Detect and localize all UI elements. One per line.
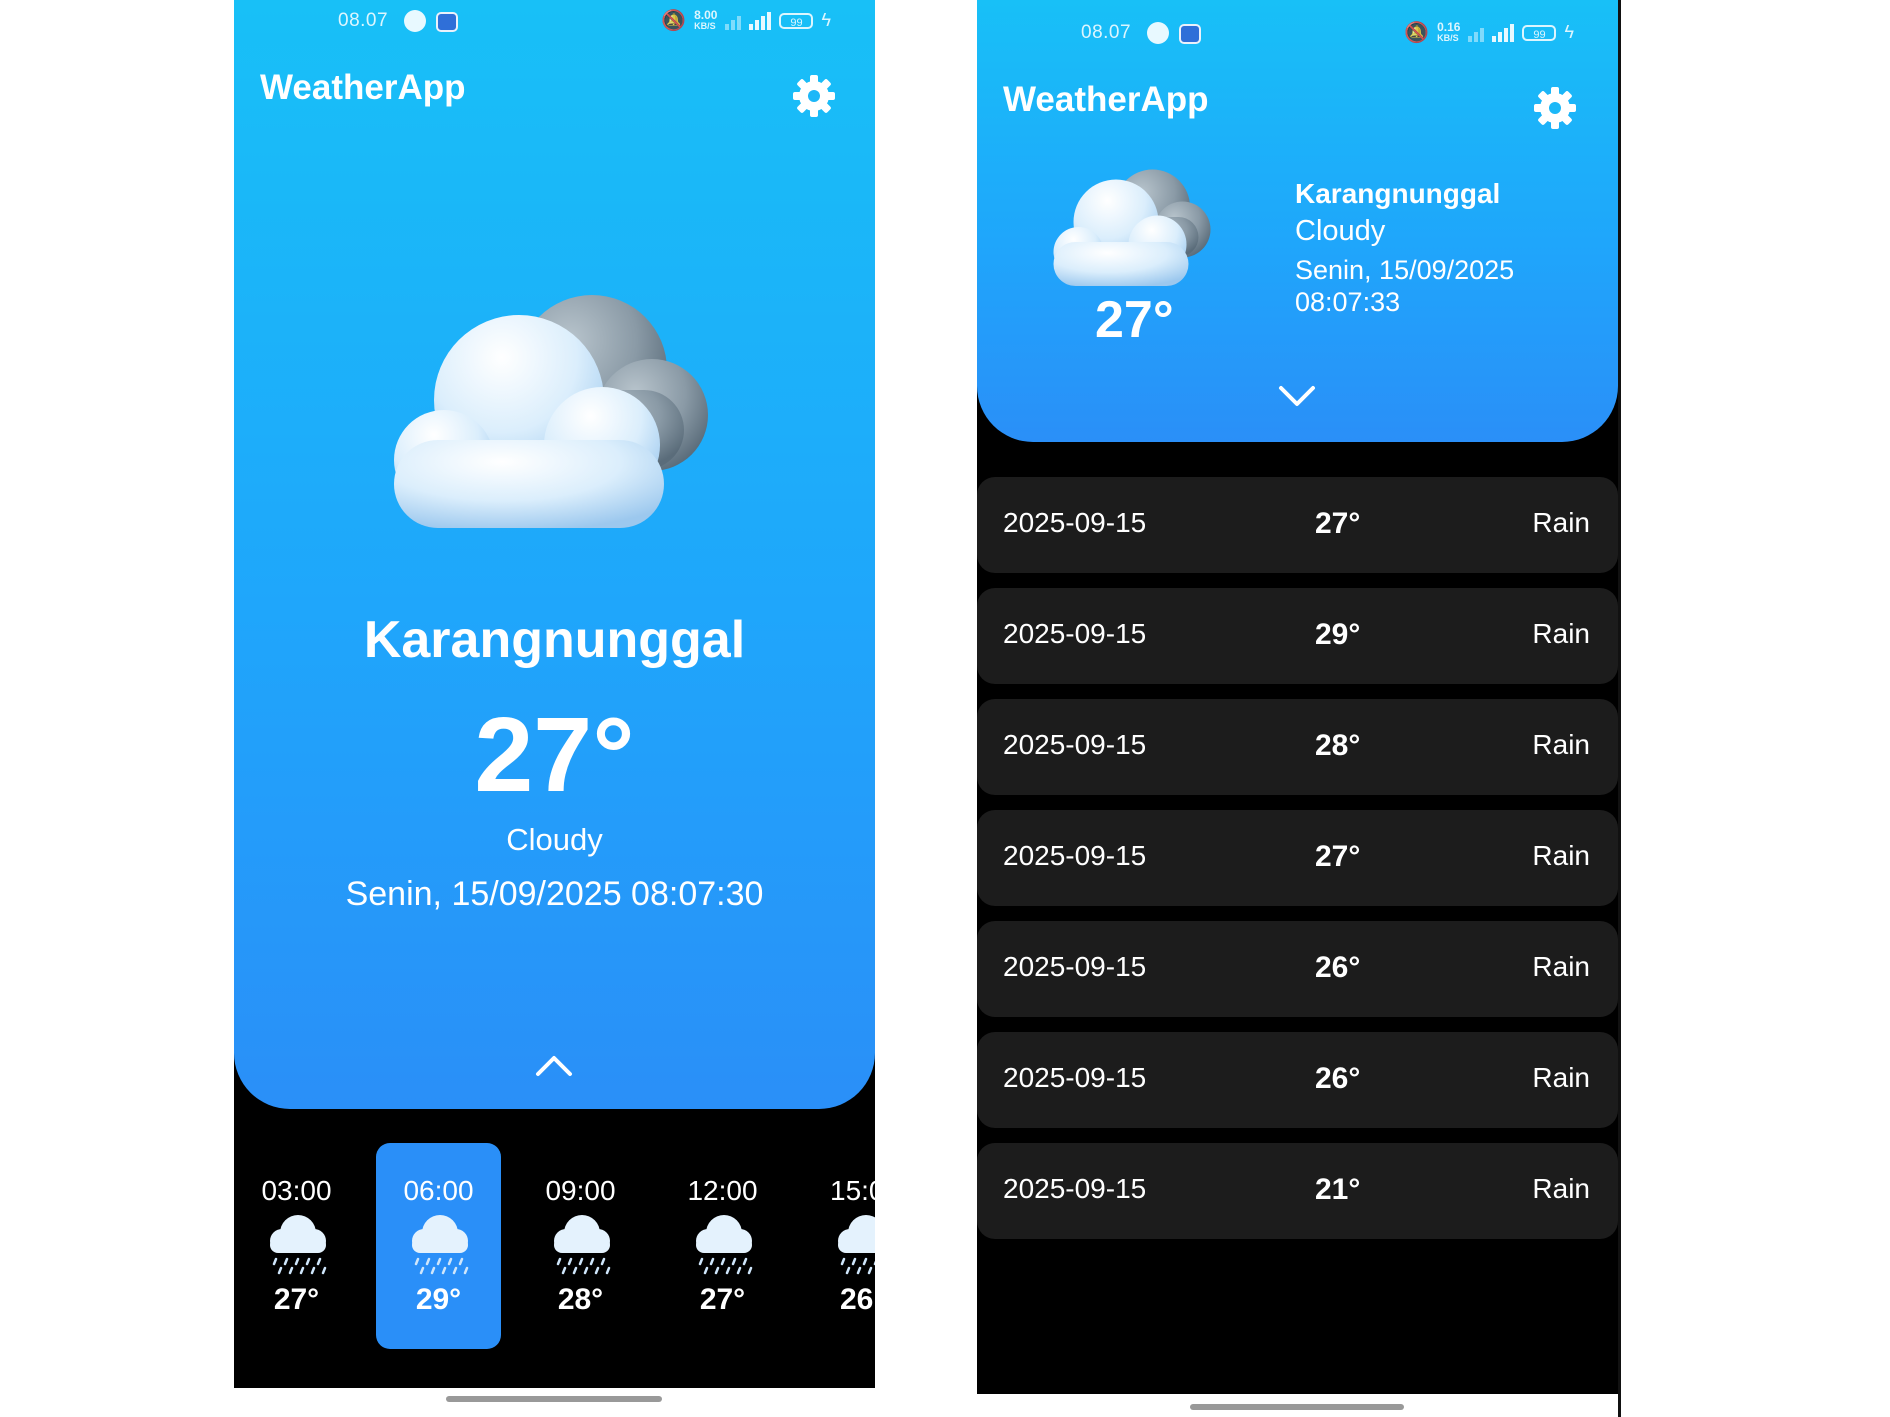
battery-icon: 99 — [1522, 24, 1557, 41]
weather-condition: Cloudy — [506, 822, 603, 857]
battery-icon: 99 — [779, 12, 814, 29]
phone-screen-right: 08.07 🔕 0.16 KB/S 99 ϟ WeatherApp 27° Ka… — [977, 0, 1618, 1394]
hourly-card-selected[interactable]: 06:00 29° — [376, 1143, 501, 1349]
weather-condition: Cloudy — [1295, 215, 1386, 247]
hourly-card[interactable]: 09:00 28° — [518, 1143, 643, 1349]
forecast-row[interactable]: 2025-09-15 28° Rain — [977, 699, 1618, 795]
gear-icon[interactable] — [1531, 84, 1579, 132]
rain-icon — [412, 1215, 469, 1275]
signal-4g-icon — [1492, 23, 1515, 42]
forecast-row[interactable]: 2025-09-15 29° Rain — [977, 588, 1618, 684]
chevron-down-icon[interactable] — [1277, 384, 1317, 410]
forecast-row[interactable]: 2025-09-15 27° Rain — [977, 810, 1618, 906]
network-speed: 0.16 KB/S — [1437, 19, 1461, 43]
rain-icon — [554, 1215, 611, 1275]
hourly-card[interactable]: 15:0 26 — [802, 1143, 875, 1349]
current-datetime: Senin, 15/09/2025 08:07:33 — [1295, 254, 1514, 318]
current-date: Senin, 15/09/2025 — [1295, 255, 1515, 285]
charging-icon: ϟ — [821, 10, 831, 30]
current-temperature: 27° — [1095, 291, 1174, 349]
signal-icon — [725, 12, 742, 30]
current-datetime: Senin, 15/09/2025 08:07:30 — [345, 875, 764, 913]
forecast-row[interactable]: 2025-09-15 27° Rain — [977, 477, 1618, 573]
hourly-card[interactable]: 12:00 27° — [660, 1143, 785, 1349]
status-bar: 08.07 🔕 0.16 KB/S 99 ϟ — [977, 12, 1618, 52]
rain-icon — [696, 1215, 753, 1275]
network-speed: 8.00 KB/S — [694, 7, 718, 31]
current-time: 08:07:33 — [1295, 287, 1401, 317]
current-weather-panel: 08.07 🔕 8.00 KB/S 99 ϟ WeatherApp Karang… — [234, 0, 875, 1109]
app-notification-icon — [1147, 22, 1169, 44]
hourly-forecast-strip[interactable]: 03:00 27° 06:00 29° 09:00 28° 12:00 27° … — [234, 1143, 875, 1353]
cloudy-icon — [1053, 169, 1211, 286]
rain-icon — [270, 1215, 327, 1275]
signal-4g-icon — [749, 11, 772, 30]
signal-icon — [1468, 24, 1485, 42]
app-title: WeatherApp — [260, 68, 466, 107]
forecast-row[interactable]: 2025-09-15 21° Rain — [977, 1143, 1618, 1239]
screen-edge-divider — [1618, 0, 1621, 1417]
forecast-row[interactable]: 2025-09-15 26° Rain — [977, 921, 1618, 1017]
current-weather-panel-collapsed: 08.07 🔕 0.16 KB/S 99 ϟ WeatherApp 27° Ka… — [977, 0, 1618, 442]
gear-icon[interactable] — [790, 72, 838, 120]
charging-icon: ϟ — [1564, 22, 1574, 42]
cloudy-icon — [394, 295, 708, 528]
app-notification-icon — [404, 10, 426, 32]
home-indicator[interactable] — [446, 1396, 662, 1402]
home-indicator[interactable] — [1190, 1404, 1404, 1410]
hourly-card[interactable]: 03:00 27° — [234, 1143, 359, 1349]
city-name: Karangnunggal — [1295, 178, 1501, 209]
phone-screen-left: 08.07 🔕 8.00 KB/S 99 ϟ WeatherApp Karang… — [234, 0, 875, 1388]
status-time: 08.07 — [338, 10, 389, 31]
mute-icon: 🔕 — [661, 10, 687, 32]
status-time: 08.07 — [1081, 22, 1132, 43]
current-temperature: 27° — [474, 696, 635, 814]
chevron-up-icon[interactable] — [534, 1052, 574, 1078]
rain-icon — [838, 1215, 875, 1275]
forecast-row[interactable]: 2025-09-15 26° Rain — [977, 1032, 1618, 1128]
app-title: WeatherApp — [1003, 80, 1209, 119]
android-notification-icon — [436, 12, 458, 32]
mute-icon: 🔕 — [1404, 22, 1430, 44]
city-name: Karangnunggal — [363, 611, 746, 669]
android-notification-icon — [1179, 24, 1201, 44]
status-bar: 08.07 🔕 8.00 KB/S 99 ϟ — [234, 0, 875, 40]
